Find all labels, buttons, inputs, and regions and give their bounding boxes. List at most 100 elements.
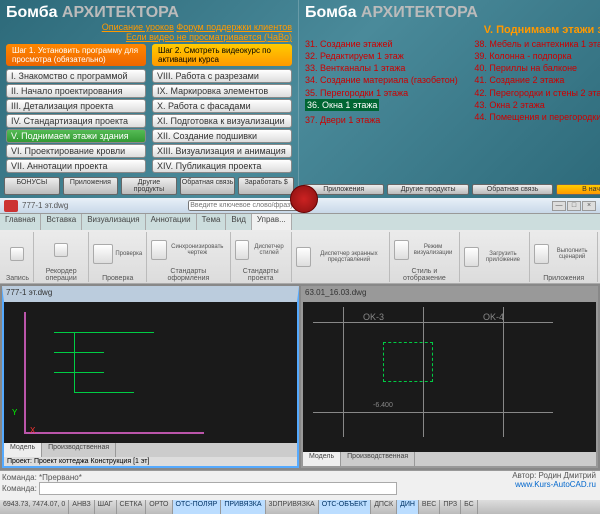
lesson-c1-6[interactable]: VII. Аннотации проекта [6, 159, 146, 173]
ribbon-group-4: Диспетчер стилейСтандарты проекта [231, 232, 292, 282]
ribbon-tab-4[interactable]: Тема [197, 214, 227, 230]
lesson-c1-3[interactable]: IV. Стандартизация проекта [6, 114, 146, 128]
item-8[interactable]: 39. Колонна - подпорка [474, 50, 600, 62]
app-menu-icon[interactable] [4, 200, 18, 212]
author-url[interactable]: www.Kurs-AutoCAD.ru [515, 480, 596, 489]
ribbon-group-3: Синхронизировать чертежСтандарты оформле… [147, 232, 230, 282]
ribbon-tab-6[interactable]: Управ... [252, 214, 292, 230]
vt2-tab-1[interactable]: Производственная [341, 452, 415, 466]
link-faq[interactable]: Если видео не просматривается (ЧаВо) [126, 32, 292, 42]
link-forum[interactable]: Форум поддержки клиентов [176, 22, 292, 32]
vt1-tab-1[interactable]: Производственная [42, 443, 116, 457]
ribbon-icon-8[interactable] [534, 244, 549, 264]
lesson-c2-6[interactable]: XIV. Публикация проекта [152, 159, 292, 173]
lesson-c1-2[interactable]: III. Детализация проекта [6, 99, 146, 113]
item-10[interactable]: 41. Создание 2 этажа [474, 74, 600, 86]
status-1[interactable]: СЕТКА [117, 500, 147, 514]
lesson-c2-0[interactable]: VIII. Работа с разрезами [152, 69, 292, 83]
status-10[interactable]: ПРЗ [440, 500, 461, 514]
cmd-line-1: Команда: *Прервано* [2, 473, 598, 482]
ribbon-tab-5[interactable]: Вид [226, 214, 251, 230]
sb-ang: АНВЗ [69, 500, 94, 514]
btm2-1[interactable]: Другие продукты [387, 184, 468, 195]
brand-bold-2: Бомба [305, 4, 356, 21]
ribbon-icon-7[interactable] [464, 247, 479, 267]
ribbon-tab-0[interactable]: Главная [0, 214, 41, 230]
ribbon-icon-1[interactable] [54, 243, 68, 257]
btm1-0[interactable]: БОНУСЫ [4, 177, 60, 195]
btm2-2[interactable]: Обратная связь [472, 184, 553, 195]
min-button[interactable]: — [552, 201, 566, 211]
btm2-3[interactable]: В начало [556, 184, 600, 195]
item-5[interactable]: 36. Окна 1 этажа [305, 99, 379, 111]
item-4[interactable]: 35. Перегородки 1 этажа [305, 87, 466, 99]
item-0[interactable]: 31. Создание этажей [305, 38, 466, 50]
step1[interactable]: Шаг 1. Установить программу для просмотр… [6, 44, 146, 66]
status-3[interactable]: ОТС-ПОЛЯР [173, 500, 222, 514]
ribbon-icon-6[interactable] [394, 240, 409, 260]
ribbon-group-8: Выполнить сценарийПриложения [530, 232, 598, 282]
item-2[interactable]: 33. Вентканалы 1 этажа [305, 62, 466, 74]
status-4[interactable]: ПРИВЯЗКА [221, 500, 265, 514]
lesson-c2-5[interactable]: XIII. Визуализация и анимация [152, 144, 292, 158]
item-6[interactable]: 37. Двери 1 этажа [305, 114, 466, 126]
section-title: V. Поднимаем этажи здания [305, 24, 600, 36]
status-9[interactable]: ВЕС [419, 500, 440, 514]
status-5[interactable]: 3DПРИВЯЗКА [266, 500, 319, 514]
status-7[interactable]: ДПСК [371, 500, 397, 514]
status-11[interactable]: БС [461, 500, 478, 514]
doc-title: 777-1 эт.dwg [22, 201, 68, 210]
item-12[interactable]: 43. Окна 2 этажа [474, 99, 600, 111]
item-9[interactable]: 40. Периллы на балконе [474, 62, 600, 74]
item-1[interactable]: 32. Редактируем 1 этаж [305, 50, 466, 62]
item-3[interactable]: 34. Создание материала (газобетон) [305, 74, 466, 86]
ribbon-group-5: Диспетчер экранных представлений [292, 232, 390, 282]
max-button[interactable]: □ [567, 201, 581, 211]
status-2[interactable]: ОРТО [146, 500, 172, 514]
status-8[interactable]: ДИН [397, 500, 419, 514]
lesson-c2-4[interactable]: XII. Создание подшивки [152, 129, 292, 143]
ribbon-group-7: Загрузить приложение [460, 232, 531, 282]
ribbon-group-0: Запись [2, 232, 34, 282]
ribbon-icon-3[interactable] [151, 240, 167, 260]
lesson-c2-1[interactable]: IX. Маркировка элементов [152, 84, 292, 98]
viewport-1[interactable]: 777-1 эт.dwg Y X МодельПроизводственная … [2, 286, 299, 468]
lesson-c1-1[interactable]: II. Начало проектирования [6, 84, 146, 98]
btm1-1[interactable]: Приложения [63, 177, 119, 195]
ribbon-group-2: ПроверкаПроверка [89, 232, 147, 282]
ribbon-group-6: Режим визуализацииСтиль и отображение [390, 232, 460, 282]
lesson-c1-4[interactable]: V. Поднимаем этажи здания [6, 129, 146, 143]
link-lessons[interactable]: Описание уроков [102, 22, 174, 32]
lesson-c2-3[interactable]: XI. Подготовка к визуализации [152, 114, 292, 128]
btm1-2[interactable]: Другие продукты [121, 177, 177, 195]
project-bar: Проект: Проект коттеджа Конструкция [1 э… [4, 457, 297, 466]
lesson-c1-5[interactable]: VI. Проектирование кровли [6, 144, 146, 158]
ribbon-icon-0[interactable] [10, 247, 24, 261]
ribbon-icon-5[interactable] [296, 247, 311, 267]
item-7[interactable]: 38. Мебель и сантехника 1 этажа [474, 38, 600, 50]
status-6[interactable]: ОТС-ОБЪЕКТ [319, 500, 371, 514]
ribbon-tab-2[interactable]: Визуализация [82, 214, 145, 230]
item-13[interactable]: 44. Помещения и перегородки 2 этажа [474, 111, 600, 123]
ribbon-icon-4[interactable] [235, 240, 250, 260]
close-button[interactable]: × [582, 201, 596, 211]
author: Автор: Родин Дмитрий [512, 471, 596, 480]
btm1-4[interactable]: Заработать $ [238, 177, 294, 195]
coords: 6943.73, 7474.07, 0 [0, 500, 69, 514]
viewport-2[interactable]: 63.01_16.03.dwg OK-3 OK-4 -6.400 МодельП… [301, 286, 598, 468]
lesson-c2-2[interactable]: X. Работа с фасадами [152, 99, 292, 113]
cmd-input[interactable] [39, 482, 397, 495]
ribbon-icon-2[interactable] [93, 244, 113, 264]
lesson-c1-0[interactable]: I. Знакомство с программой [6, 69, 146, 83]
vt2-tab-0[interactable]: Модель [303, 452, 341, 466]
btm1-3[interactable]: Обратная связь [180, 177, 236, 195]
brand-light-2: АРХИТЕКТОРА [356, 4, 477, 21]
step2[interactable]: Шаг 2. Смотреть видеокурс по активации к… [152, 44, 292, 66]
brand-light: АРХИТЕКТОРА [57, 4, 178, 21]
status-0[interactable]: ШАГ [95, 500, 117, 514]
ribbon-tab-1[interactable]: Вставка [41, 214, 82, 230]
cmd-label: Команда: [2, 484, 37, 493]
item-11[interactable]: 42. Перегородки и стены 2 этажа [474, 87, 600, 99]
ribbon-tab-3[interactable]: Аннотации [146, 214, 197, 230]
vt1-tab-0[interactable]: Модель [4, 443, 42, 457]
